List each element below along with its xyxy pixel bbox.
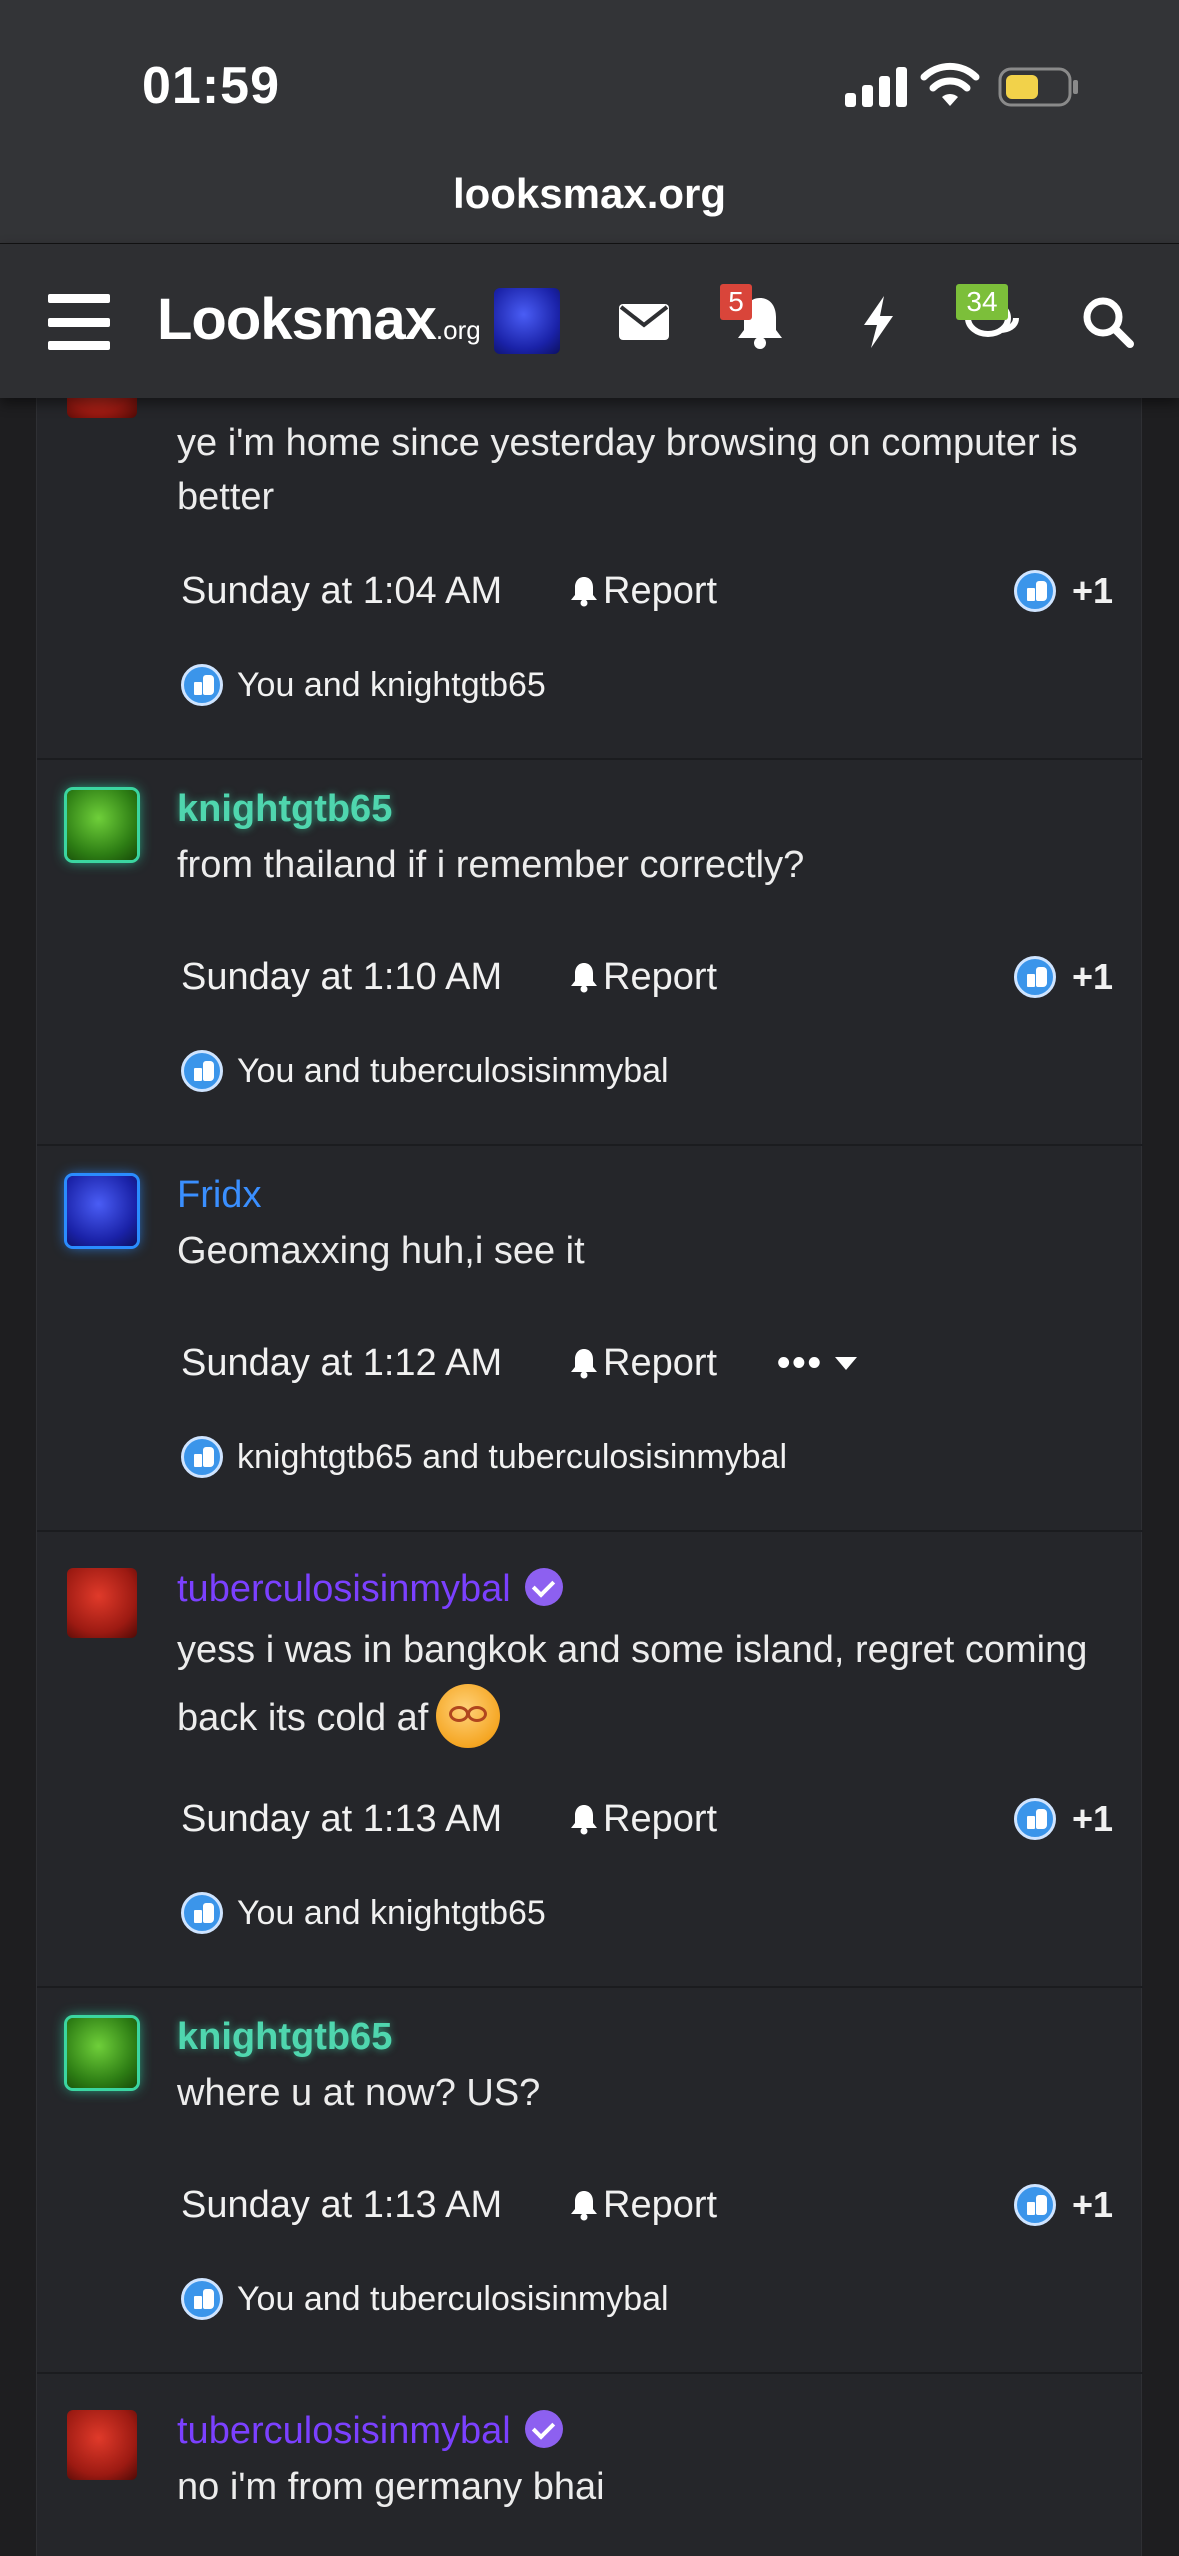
- menu-icon[interactable]: [48, 294, 110, 350]
- post-message: ye i'm home since yesterday browsing on …: [177, 422, 1078, 518]
- alerts-badge: 5: [720, 284, 752, 320]
- thumbs-up-icon: [181, 2278, 223, 2320]
- user-avatar[interactable]: [67, 1176, 137, 1246]
- post-timestamp[interactable]: Sunday at 1:13 AM: [181, 2184, 502, 2227]
- user-avatar[interactable]: [67, 2018, 137, 2088]
- thumbs-up-icon: [1013, 2184, 1056, 2226]
- thumbs-up-icon: [181, 1050, 223, 1092]
- reactions-summary[interactable]: You and knightgtb65: [181, 1892, 546, 1934]
- post-username[interactable]: tuberculosisinmybal: [177, 1568, 511, 1610]
- thumbs-up-icon: [181, 1892, 223, 1934]
- post: tuberculosisinmybal yess i was in bangko…: [37, 1532, 1143, 1988]
- clock: 01:59: [142, 57, 280, 115]
- address-bar[interactable]: looksmax.org: [0, 170, 1179, 218]
- report-button[interactable]: Report: [569, 1798, 717, 1841]
- lightning-icon[interactable]: [848, 292, 908, 352]
- bell-icon: [571, 577, 597, 607]
- reactions-summary[interactable]: knightgtb65 and tuberculosisinmybal: [181, 1436, 787, 1478]
- report-button[interactable]: Report: [569, 1342, 717, 1385]
- cellular-signal-icon: [845, 67, 907, 107]
- post-username-row: tuberculosisinmybal: [177, 2409, 563, 2453]
- inbox-icon[interactable]: [614, 292, 674, 352]
- status-bar: 01:59 looksmax.org: [0, 0, 1179, 243]
- like-button[interactable]: +1: [1013, 956, 1113, 998]
- post-message: from thailand if i remember correctly?: [177, 844, 805, 886]
- user-avatar[interactable]: [67, 2410, 137, 2480]
- verified-badge-icon: [524, 1567, 563, 1606]
- thumbs-up-icon: [1013, 1798, 1056, 1840]
- more-actions-button[interactable]: •••: [777, 1342, 857, 1385]
- user-avatar[interactable]: [494, 288, 560, 354]
- post-timestamp[interactable]: Sunday at 1:12 AM: [181, 1342, 502, 1385]
- post-message: yess i was in bangkok and some island, r…: [177, 1616, 1117, 1752]
- post: tuberculosisinmybal no i'm from germany …: [37, 2374, 1143, 2556]
- user-avatar[interactable]: [67, 1568, 137, 1638]
- wifi-icon: [920, 62, 980, 106]
- reactions-summary[interactable]: You and tuberculosisinmybal: [181, 2278, 669, 2320]
- reactions-summary[interactable]: You and knightgtb65: [181, 664, 546, 706]
- post: knightgtb65 where u at now? US? Sunday a…: [37, 1988, 1143, 2374]
- thumbs-up-icon: [1013, 570, 1056, 612]
- user-avatar[interactable]: [67, 790, 137, 860]
- conversations-badge: 34: [956, 284, 1008, 320]
- site-navbar: Looksmax.org 5 34: [0, 243, 1179, 398]
- post-username-row: tuberculosisinmybal: [177, 1567, 563, 1611]
- thumbs-up-icon: [181, 1436, 223, 1478]
- post-message: Geomaxxing huh,i see it: [177, 1230, 585, 1272]
- post-timestamp[interactable]: Sunday at 1:04 AM: [181, 570, 502, 613]
- post-username[interactable]: knightgtb65: [177, 788, 392, 831]
- bell-icon: [571, 1805, 597, 1835]
- post-timestamp[interactable]: Sunday at 1:10 AM: [181, 956, 502, 999]
- site-logo[interactable]: Looksmax.org: [157, 286, 481, 353]
- thumbs-up-icon: [181, 664, 223, 706]
- post: knightgtb65 from thailand if i remember …: [37, 760, 1143, 1146]
- emoji-icon: [436, 1683, 501, 1748]
- post-message: where u at now? US?: [177, 2072, 541, 2114]
- search-icon[interactable]: [1078, 292, 1138, 352]
- report-button[interactable]: Report: [569, 956, 717, 999]
- report-button[interactable]: Report: [569, 2184, 717, 2227]
- battery-icon: [998, 67, 1078, 107]
- post-message: no i'm from germany bhai: [177, 2466, 605, 2508]
- post-username[interactable]: tuberculosisinmybal: [177, 2410, 511, 2452]
- post-username[interactable]: knightgtb65: [177, 2016, 392, 2059]
- post: Fridx Geomaxxing huh,i see it Sunday at …: [37, 1146, 1143, 1532]
- like-button[interactable]: +1: [1013, 1798, 1113, 1840]
- bell-icon: [571, 2191, 597, 2221]
- post-timestamp[interactable]: Sunday at 1:13 AM: [181, 1798, 502, 1841]
- thumbs-up-icon: [1013, 956, 1056, 998]
- chevron-down-icon: [834, 1357, 857, 1370]
- post-username[interactable]: Fridx: [177, 1174, 261, 1217]
- thread-posts: ye i'm home since yesterday browsing on …: [36, 348, 1143, 2556]
- verified-badge-icon: [524, 2409, 563, 2448]
- like-button[interactable]: +1: [1013, 570, 1113, 612]
- like-button[interactable]: +1: [1013, 2184, 1113, 2226]
- bell-icon: [571, 963, 597, 993]
- bell-icon: [571, 1349, 597, 1379]
- reactions-summary[interactable]: You and tuberculosisinmybal: [181, 1050, 669, 1092]
- report-button[interactable]: Report: [569, 570, 717, 613]
